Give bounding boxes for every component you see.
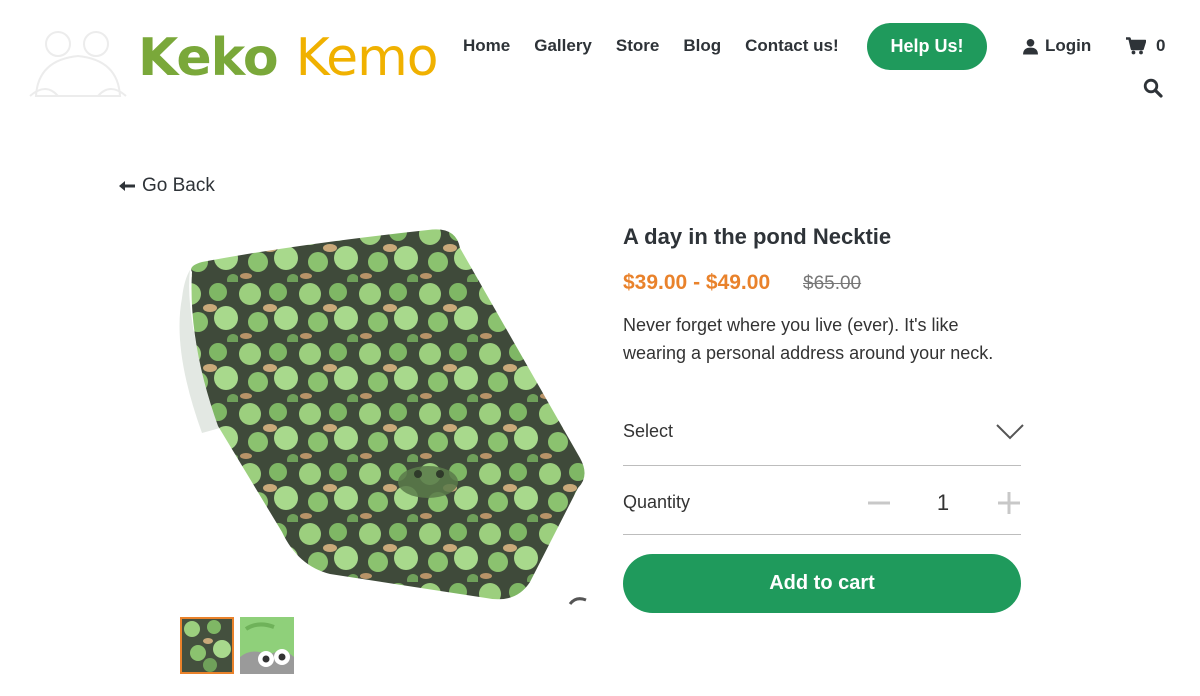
nav-contact[interactable]: Contact us! — [745, 35, 839, 57]
frog-logo-icon[interactable] — [28, 26, 128, 102]
minus-icon[interactable] — [868, 492, 890, 514]
compare-at-price: $65.00 — [803, 273, 862, 294]
arrow-left-icon — [119, 181, 135, 191]
quantity-stepper: Quantity 1 — [623, 476, 1021, 535]
add-to-cart-button[interactable]: Add to cart — [623, 554, 1021, 613]
thumbnail-image-pond — [182, 619, 232, 672]
product-image[interactable] — [178, 222, 594, 608]
variant-select[interactable]: Select — [623, 418, 1024, 466]
thumbnail-1[interactable] — [180, 617, 234, 674]
brand-logo[interactable]: Keko Kemo — [138, 28, 439, 88]
nav-gallery[interactable]: Gallery — [534, 35, 592, 57]
go-back-link[interactable]: Go Back — [118, 175, 215, 197]
go-back-label: Go Back — [142, 175, 215, 196]
thumbnail-image-frog — [240, 617, 294, 674]
cart-count: 0 — [1156, 36, 1166, 55]
plus-icon[interactable] — [998, 492, 1020, 514]
nav-store[interactable]: Store — [616, 35, 659, 57]
cart-icon — [1126, 37, 1146, 55]
brand-name-part-1: Keko — [138, 28, 279, 88]
chevron-down-icon — [996, 424, 1024, 440]
help-us-button[interactable]: Help Us! — [867, 23, 987, 70]
main-nav: Home Gallery Store Blog Contact us! — [463, 35, 863, 57]
login-link[interactable]: Login — [1022, 35, 1091, 57]
product-description: Never forget where you live (ever). It's… — [623, 315, 994, 363]
quantity-label: Quantity — [623, 492, 691, 512]
nav-blog[interactable]: Blog — [683, 35, 721, 57]
brand-name-part-2: Kemo — [295, 28, 439, 88]
product-thumbnails — [180, 617, 294, 674]
nav-home[interactable]: Home — [463, 35, 510, 57]
cart-link[interactable]: 0 — [1126, 35, 1165, 57]
product-price: $39.00 - $49.00 — [623, 271, 771, 294]
login-label: Login — [1045, 36, 1092, 55]
thumbnail-2[interactable] — [240, 617, 294, 674]
product-title: A day in the pond Necktie — [623, 224, 892, 249]
search-icon[interactable] — [1143, 78, 1163, 98]
user-icon — [1023, 38, 1038, 54]
quantity-value[interactable]: 1 — [923, 490, 963, 516]
variant-select-label: Select — [623, 421, 674, 441]
